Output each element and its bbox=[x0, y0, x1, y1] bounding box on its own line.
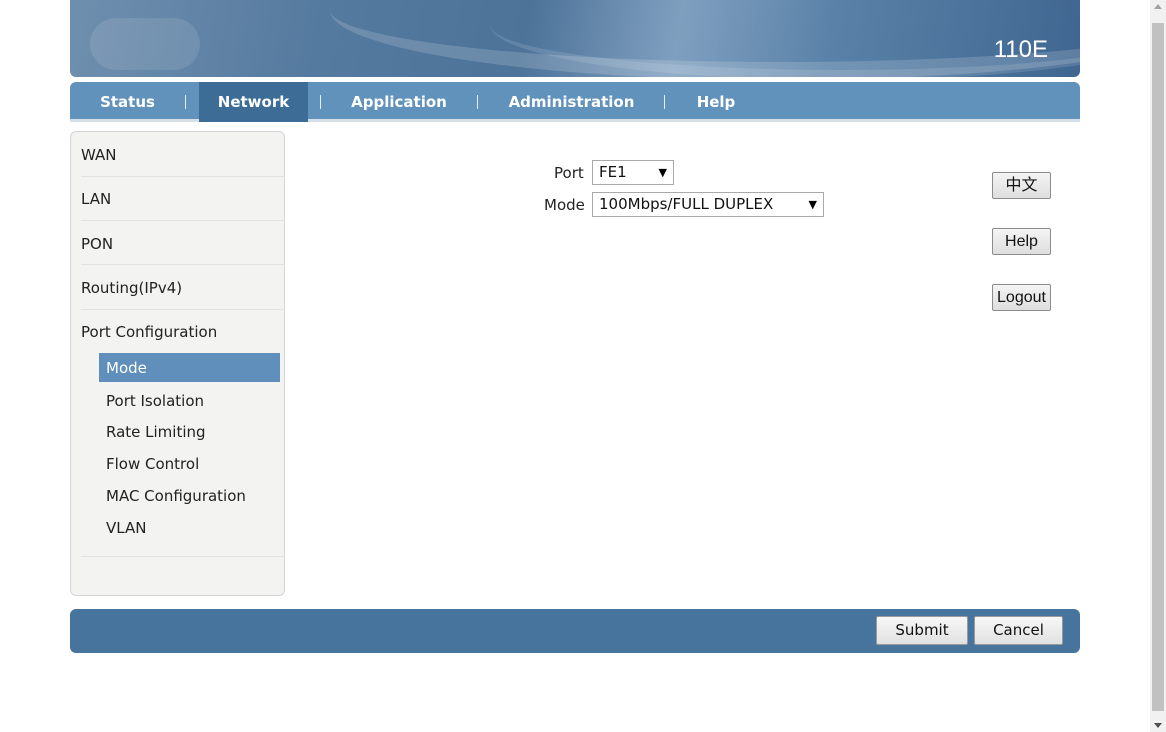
sidebar-divider bbox=[81, 556, 285, 557]
logout-button[interactable]: Logout bbox=[992, 284, 1051, 311]
nav-divider bbox=[477, 95, 478, 109]
port-label: Port bbox=[554, 164, 584, 182]
sidebar-divider bbox=[81, 264, 285, 265]
nav-divider bbox=[320, 95, 321, 109]
subnav-item-port-isolation[interactable]: Port Isolation bbox=[106, 392, 204, 410]
page: 110E Status Network Application Administ… bbox=[0, 0, 1166, 732]
subnav-item-label: Mode bbox=[106, 359, 147, 377]
scroll-up-icon[interactable] bbox=[1154, 4, 1162, 9]
subnav-item-mac-configuration[interactable]: MAC Configuration bbox=[106, 487, 246, 505]
sidebar-item-port-configuration[interactable]: Port Configuration bbox=[81, 323, 217, 341]
action-bar: Submit Cancel bbox=[70, 609, 1080, 653]
submit-button[interactable]: Submit bbox=[876, 616, 968, 645]
sidebar: WAN LAN PON Routing(IPv4) Port Configura… bbox=[70, 131, 285, 596]
sidebar-divider bbox=[81, 176, 285, 177]
nav-tab-network[interactable]: Network bbox=[199, 82, 308, 122]
nav-tab-help[interactable]: Help bbox=[676, 82, 756, 122]
nav-tab-administration[interactable]: Administration bbox=[490, 82, 653, 122]
chevron-down-icon: ▼ bbox=[808, 198, 817, 211]
scroll-down-icon[interactable] bbox=[1154, 723, 1162, 728]
subnav-item-mode[interactable]: Mode bbox=[99, 353, 280, 382]
sidebar-item-wan[interactable]: WAN bbox=[81, 146, 117, 164]
device-model: 110E bbox=[993, 36, 1048, 63]
nav-divider bbox=[185, 95, 186, 109]
nav-divider bbox=[664, 95, 665, 109]
language-button[interactable]: 中文 bbox=[992, 172, 1051, 199]
mode-select-value: 100Mbps/FULL DUPLEX bbox=[599, 195, 774, 213]
sidebar-item-routing[interactable]: Routing(IPv4) bbox=[81, 279, 182, 297]
cancel-button[interactable]: Cancel bbox=[974, 616, 1063, 645]
port-select-value: FE1 bbox=[599, 163, 627, 181]
subnav-item-flow-control[interactable]: Flow Control bbox=[106, 455, 199, 473]
header-banner: 110E bbox=[70, 0, 1080, 77]
main-nav: Status Network Application Administratio… bbox=[70, 82, 1080, 122]
sidebar-item-lan[interactable]: LAN bbox=[81, 190, 111, 208]
subnav-item-rate-limiting[interactable]: Rate Limiting bbox=[106, 423, 206, 441]
vertical-scrollbar[interactable] bbox=[1150, 0, 1166, 732]
subnav-item-vlan[interactable]: VLAN bbox=[106, 519, 146, 537]
banner-decoration bbox=[90, 18, 200, 70]
mode-select[interactable]: 100Mbps/FULL DUPLEX ▼ bbox=[592, 192, 824, 217]
nav-tab-application[interactable]: Application bbox=[335, 82, 463, 122]
sidebar-divider bbox=[81, 220, 285, 221]
chevron-down-icon: ▼ bbox=[658, 166, 667, 179]
nav-tab-status[interactable]: Status bbox=[80, 82, 175, 122]
sidebar-divider bbox=[81, 309, 285, 310]
mode-label: Mode bbox=[544, 196, 585, 214]
help-button[interactable]: Help bbox=[992, 228, 1051, 255]
port-select[interactable]: FE1 ▼ bbox=[592, 160, 674, 185]
sidebar-item-pon[interactable]: PON bbox=[81, 235, 113, 253]
scroll-thumb[interactable] bbox=[1152, 23, 1164, 711]
